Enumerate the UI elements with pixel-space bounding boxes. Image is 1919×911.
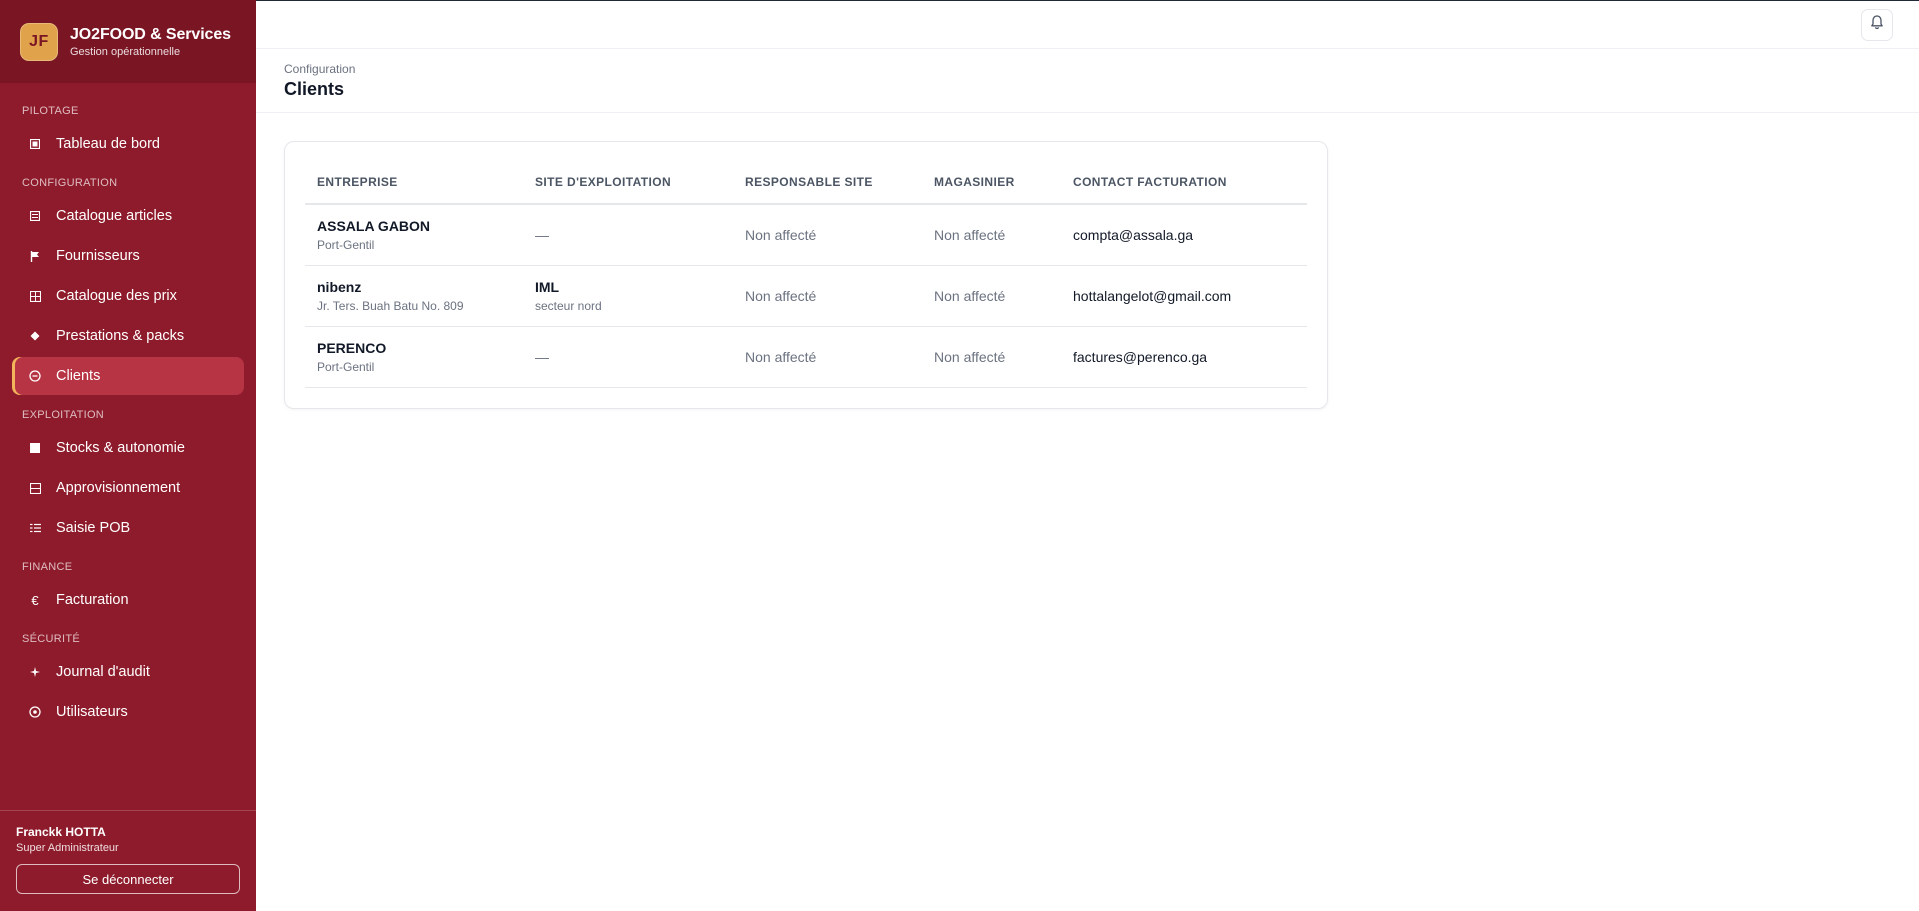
company-name: nibenz <box>317 278 362 295</box>
sidebar-item-label: Approvisionnement <box>56 480 181 496</box>
app-shell: JF JO2FOOD & Services Gestion opérationn… <box>0 0 1919 911</box>
sidebar-item-fournisseurs[interactable]: Fournisseurs <box>12 237 244 275</box>
nav-section-configuration: CONFIGURATION <box>22 177 118 189</box>
table-row[interactable]: PERENCO Port-Gentil — Non affecté Non af… <box>305 326 1307 388</box>
sidebar-item-saisie-pob[interactable]: Saisie POB <box>12 509 244 547</box>
nav-section-securite: SÉCURITÉ <box>22 633 81 645</box>
sidebar-item-facturation[interactable]: € Facturation <box>12 581 244 619</box>
grid-icon <box>28 289 42 303</box>
content: ENTREPRISE SITE D'EXPLOITATION RESPONSAB… <box>256 113 1919 437</box>
brand-logo[interactable]: JF <box>20 22 58 61</box>
sidebar-item-prestations-packs[interactable]: Prestations & packs <box>12 317 244 355</box>
flag-icon <box>28 249 42 263</box>
cell-company: PERENCO Port-Gentil <box>305 326 523 388</box>
sidebar-item-label: Saisie POB <box>56 520 131 536</box>
nav-section-pilotage: PILOTAGE <box>22 105 79 117</box>
sidebar: JF JO2FOOD & Services Gestion opérationn… <box>0 0 256 911</box>
column-header-responsable: RESPONSABLE SITE <box>733 160 922 205</box>
column-header-contact: CONTACT FACTURATION <box>1061 160 1307 205</box>
sparkle-icon <box>28 665 42 679</box>
brand-header: JF JO2FOOD & Services Gestion opérationn… <box>0 0 256 83</box>
notifications-button[interactable] <box>1861 8 1893 41</box>
cell-manager: Non affecté <box>733 265 922 327</box>
brand-title: JO2FOOD & Services <box>70 25 231 43</box>
sidebar-item-stocks-autonomie[interactable]: Stocks & autonomie <box>12 429 244 467</box>
cell-manager: Non affecté <box>733 326 922 388</box>
sidebar-item-utilisateurs[interactable]: Utilisateurs <box>12 693 244 731</box>
dashboard-icon <box>28 137 42 151</box>
column-header-magasinier: MAGASINIER <box>922 160 1061 205</box>
clients-table: ENTREPRISE SITE D'EXPLOITATION RESPONSAB… <box>305 160 1307 388</box>
company-location: Port-Gentil <box>317 359 375 374</box>
sidebar-item-label: Prestations & packs <box>56 328 185 344</box>
company-name: ASSALA GABON <box>317 217 431 234</box>
sidebar-item-label: Catalogue articles <box>56 208 173 224</box>
table-header-row: ENTREPRISE SITE D'EXPLOITATION RESPONSAB… <box>305 160 1307 205</box>
column-header-site: SITE D'EXPLOITATION <box>523 160 733 205</box>
cell-manager: Non affecté <box>733 204 922 266</box>
cell-storekeeper: Non affecté <box>922 326 1061 388</box>
table-row[interactable]: nibenz Jr. Ters. Buah Batu No. 809 IML s… <box>305 265 1307 327</box>
brand-subtitle: Gestion opérationnelle <box>70 45 181 58</box>
bell-icon <box>1869 14 1885 35</box>
cell-contact: factures@perenco.ga <box>1061 326 1307 388</box>
clients-card: ENTREPRISE SITE D'EXPLOITATION RESPONSAB… <box>284 141 1328 409</box>
page-title: Clients <box>284 79 345 99</box>
sidebar-nav: PILOTAGE Tableau de bord CONFIGURATION C… <box>0 83 256 810</box>
sidebar-item-label: Fournisseurs <box>56 248 140 264</box>
logout-button[interactable]: Se déconnecter <box>16 864 240 894</box>
sidebar-item-catalogue-articles[interactable]: Catalogue articles <box>12 197 244 235</box>
breadcrumb[interactable]: Configuration <box>284 62 1891 76</box>
sidebar-item-journal-audit[interactable]: Journal d'audit <box>12 653 244 691</box>
site-name: — <box>535 226 549 243</box>
supply-icon <box>28 481 42 495</box>
table-row[interactable]: ASSALA GABON Port-Gentil — Non affecté N… <box>305 204 1307 266</box>
company-location: Jr. Ters. Buah Batu No. 809 <box>317 298 464 313</box>
sidebar-item-label: Stocks & autonomie <box>56 440 185 456</box>
cell-contact: hottalangelot@gmail.com <box>1061 265 1307 327</box>
sidebar-item-catalogue-des-prix[interactable]: Catalogue des prix <box>12 277 244 315</box>
cell-company: ASSALA GABON Port-Gentil <box>305 204 523 266</box>
company-name: PERENCO <box>317 339 387 356</box>
column-header-entreprise: ENTREPRISE <box>305 160 523 205</box>
sidebar-item-label: Facturation <box>56 592 129 608</box>
site-name: — <box>535 348 549 365</box>
user-name: Franckk HOTTA <box>16 825 106 839</box>
user-panel: Franckk HOTTA Super Administrateur Se dé… <box>0 810 256 911</box>
cell-site: IML secteur nord <box>523 265 733 327</box>
catalog-icon <box>28 209 42 223</box>
cell-site: — <box>523 204 733 266</box>
nav-section-finance: FINANCE <box>22 561 73 573</box>
sidebar-item-label: Journal d'audit <box>56 664 150 680</box>
company-location: Port-Gentil <box>317 237 375 252</box>
user-role: Super Administrateur <box>16 842 119 854</box>
users-icon <box>28 705 42 719</box>
list-icon <box>28 521 42 535</box>
site-sector: secteur nord <box>535 298 602 313</box>
cell-storekeeper: Non affecté <box>922 204 1061 266</box>
top-bar <box>256 0 1919 49</box>
sidebar-item-label: Tableau de bord <box>56 136 160 152</box>
sidebar-item-label: Utilisateurs <box>56 704 128 720</box>
sidebar-item-tableau-de-bord[interactable]: Tableau de bord <box>12 125 244 163</box>
site-name: IML <box>535 278 560 295</box>
cell-contact: compta@assala.ga <box>1061 204 1307 266</box>
sidebar-item-label: Clients <box>56 368 101 384</box>
sidebar-item-label: Catalogue des prix <box>56 288 177 304</box>
cell-storekeeper: Non affecté <box>922 265 1061 327</box>
cell-site: — <box>523 326 733 388</box>
page-header: Configuration Clients <box>256 49 1919 113</box>
diamond-icon <box>28 329 42 343</box>
sidebar-item-clients[interactable]: Clients <box>12 357 244 395</box>
clients-icon <box>28 369 42 383</box>
nav-section-exploitation: EXPLOITATION <box>22 409 105 421</box>
stock-icon <box>28 441 42 455</box>
cell-company: nibenz Jr. Ters. Buah Batu No. 809 <box>305 265 523 327</box>
sidebar-item-approvisionnement[interactable]: Approvisionnement <box>12 469 244 507</box>
main-area: Configuration Clients ENTREPRISE SITE D'… <box>256 0 1919 911</box>
euro-icon: € <box>31 592 39 608</box>
brand-text: JO2FOOD & Services Gestion opérationnell… <box>70 26 231 58</box>
